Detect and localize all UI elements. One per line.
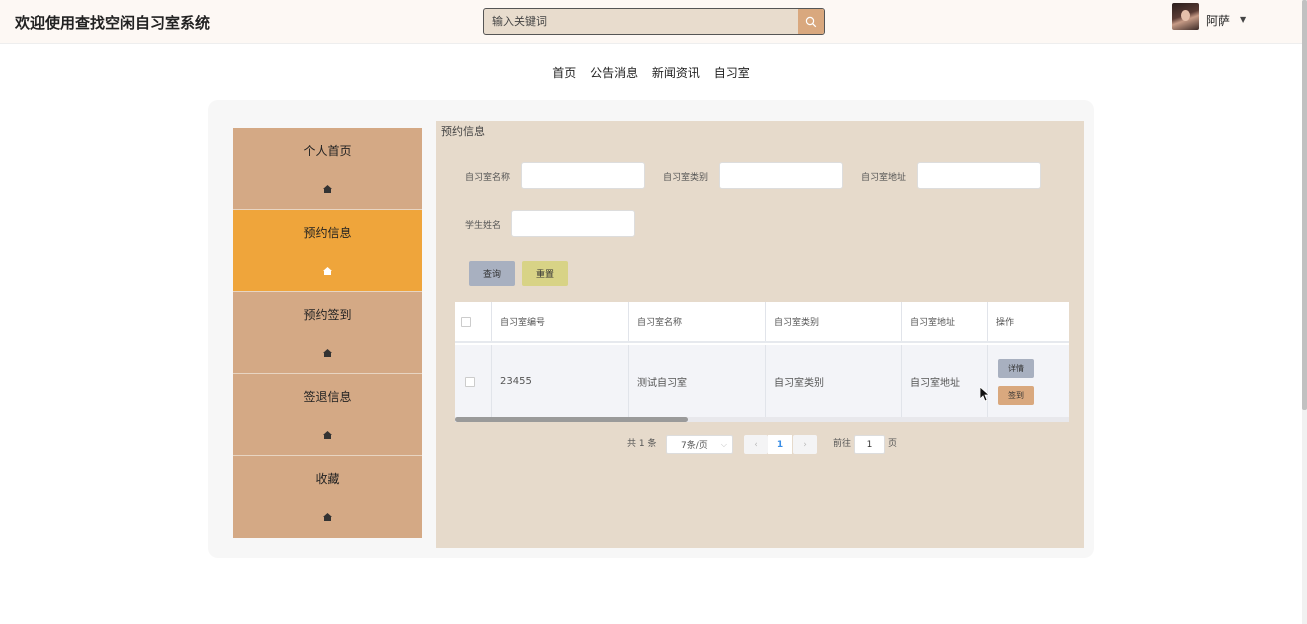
goto-page-input[interactable]: 1 bbox=[854, 435, 885, 454]
username[interactable]: 阿萨 bbox=[1206, 12, 1230, 29]
nav-item-news[interactable]: 新闻资讯 bbox=[652, 64, 700, 81]
detail-button[interactable]: 详情 bbox=[998, 358, 1034, 378]
room-address-cell: 自习室地址 bbox=[902, 345, 988, 418]
checkin-button[interactable]: 签到 bbox=[998, 385, 1034, 405]
column-header: 自习室编号 bbox=[492, 302, 629, 341]
select-all-checkbox[interactable] bbox=[461, 316, 471, 327]
mouse-cursor-icon bbox=[980, 387, 990, 402]
select-all-cell bbox=[455, 302, 492, 341]
sidebar-item-label: 签退信息 bbox=[303, 390, 352, 404]
room-address-label: 自习室地址 bbox=[861, 173, 907, 183]
page-size-select[interactable]: 7条/页 ⌵ bbox=[666, 435, 733, 454]
home-icon bbox=[323, 431, 332, 439]
table-header: 自习室编号 自习室名称 自习室类别 自习室地址 操作 bbox=[455, 302, 1069, 343]
search-button[interactable] bbox=[798, 9, 824, 34]
query-button[interactable]: 查询 bbox=[469, 261, 515, 286]
top-bar: 欢迎使用查找空闲自习室系统 阿萨 ▼ bbox=[0, 0, 1307, 44]
room-type-label: 自习室类别 bbox=[663, 173, 709, 183]
goto-label: 前往 bbox=[833, 439, 852, 449]
sidebar-item-label: 个人首页 bbox=[303, 144, 352, 158]
caret-down-icon[interactable]: ▼ bbox=[1240, 15, 1246, 24]
actions-cell: 详情 签到 bbox=[988, 345, 1069, 418]
search-input[interactable] bbox=[484, 9, 799, 34]
sidebar-item-reservations[interactable]: 预约信息 bbox=[233, 210, 422, 292]
column-header: 自习室地址 bbox=[902, 302, 988, 341]
app-title: 欢迎使用查找空闲自习室系统 bbox=[15, 14, 211, 32]
page-scrollbar-thumb[interactable] bbox=[1302, 0, 1307, 410]
row-checkbox[interactable] bbox=[465, 376, 475, 387]
table-row: 23455 测试自习室 自习室类别 自习室地址 详情 签到 bbox=[455, 345, 1069, 418]
sidebar-item-favorites[interactable]: 收藏 bbox=[233, 456, 422, 538]
page-scrollbar[interactable] bbox=[1302, 0, 1307, 624]
column-header: 自习室名称 bbox=[629, 302, 766, 341]
table-scrollbar[interactable] bbox=[455, 417, 1069, 422]
sidebar-item-label: 预约签到 bbox=[303, 308, 352, 322]
sidebar: 个人首页 预约信息 预约签到 签退信息 收藏 bbox=[233, 128, 422, 541]
page-size-value: 7条/页 bbox=[681, 441, 708, 451]
sidebar-item-profile-home[interactable]: 个人首页 bbox=[233, 128, 422, 210]
sidebar-item-checkout[interactable]: 签退信息 bbox=[233, 374, 422, 456]
nav-item-home[interactable]: 首页 bbox=[552, 64, 576, 81]
room-type-field[interactable] bbox=[719, 162, 843, 189]
sidebar-item-label: 预约信息 bbox=[303, 226, 352, 240]
nav-item-announcements[interactable]: 公告消息 bbox=[590, 64, 638, 81]
search-icon bbox=[805, 16, 817, 27]
page-number[interactable]: 1 bbox=[768, 435, 792, 454]
avatar[interactable] bbox=[1172, 3, 1199, 30]
room-type-cell: 自习室类别 bbox=[766, 345, 902, 418]
pagination-total: 共 1 条 bbox=[627, 439, 657, 449]
home-icon bbox=[323, 513, 332, 521]
student-name-label: 学生姓名 bbox=[465, 221, 502, 231]
next-page-button[interactable]: › bbox=[793, 435, 817, 454]
row-select-cell bbox=[455, 345, 492, 418]
room-name-cell: 测试自习室 bbox=[629, 345, 766, 418]
table-scrollbar-thumb[interactable] bbox=[455, 417, 688, 422]
home-icon bbox=[323, 185, 332, 193]
reservations-table: 自习室编号 自习室名称 自习室类别 自习室地址 操作 23455 测试自习室 自… bbox=[455, 302, 1069, 418]
sidebar-item-label: 收藏 bbox=[315, 472, 340, 486]
home-icon bbox=[323, 349, 332, 357]
section-title: 预约信息 bbox=[441, 125, 485, 138]
page-suffix: 页 bbox=[888, 439, 898, 449]
room-name-label: 自习室名称 bbox=[465, 173, 511, 183]
nav-item-study-rooms[interactable]: 自习室 bbox=[714, 64, 750, 81]
chevron-down-icon: ⌵ bbox=[720, 440, 727, 449]
column-header: 操作 bbox=[996, 318, 1015, 328]
home-icon bbox=[323, 267, 332, 275]
room-address-field[interactable] bbox=[917, 162, 1041, 189]
main-nav: 首页 公告消息 新闻资讯 自习室 bbox=[0, 64, 1302, 81]
prev-page-button[interactable]: ‹ bbox=[744, 435, 768, 454]
column-header: 自习室类别 bbox=[766, 302, 902, 341]
room-id-cell: 23455 bbox=[492, 345, 629, 418]
student-name-field[interactable] bbox=[511, 210, 635, 237]
reset-button[interactable]: 重置 bbox=[522, 261, 568, 286]
chevron-left-icon: ‹ bbox=[754, 439, 758, 450]
chevron-right-icon: › bbox=[803, 439, 807, 450]
room-name-field[interactable] bbox=[521, 162, 645, 189]
sidebar-item-checkin[interactable]: 预约签到 bbox=[233, 292, 422, 374]
search-box bbox=[483, 8, 825, 35]
